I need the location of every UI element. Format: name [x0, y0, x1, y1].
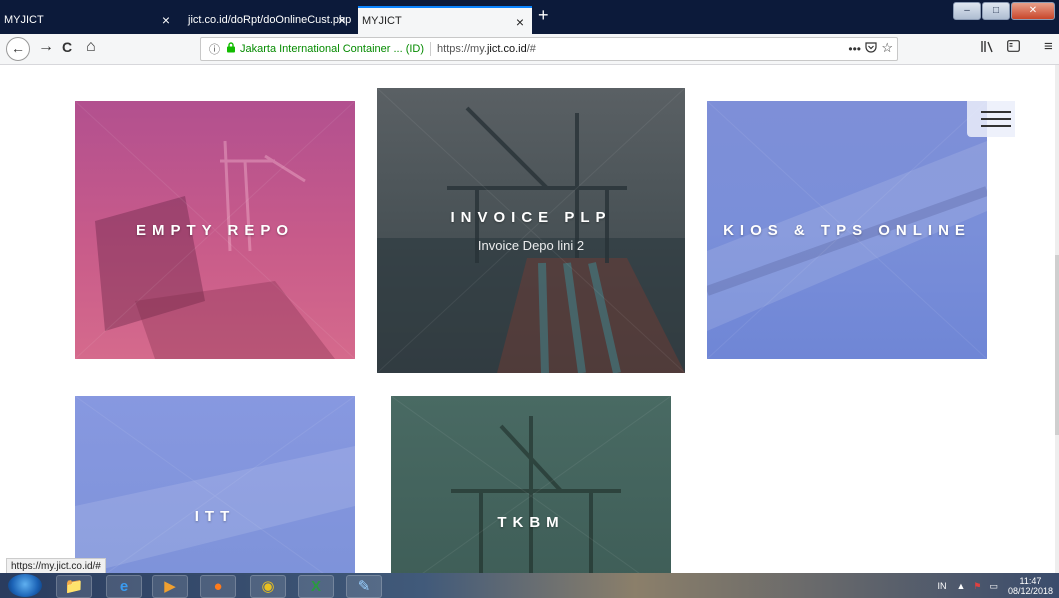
file-explorer-icon[interactable]: 📁	[56, 575, 92, 598]
clock-time: 11:47	[1019, 576, 1042, 586]
url-bar[interactable]: ⓘ Jakarta International Container ... (I…	[200, 37, 898, 61]
show-hidden-icons-icon[interactable]: ▲	[956, 581, 965, 591]
menu-line	[981, 111, 1011, 113]
tab-strip: MYJICT × jict.co.id/doRpt/doOnlineCust.p…	[0, 0, 1059, 34]
close-icon[interactable]: ×	[162, 12, 170, 28]
menu-line	[981, 118, 1011, 120]
card-empty-repo[interactable]: EMPTY REPO	[75, 101, 355, 359]
pocket-icon[interactable]	[865, 41, 877, 56]
hamburger-menu-icon[interactable]: ≡	[1044, 38, 1053, 55]
window-controls: – □ ✕	[952, 2, 1055, 20]
url-domain: jict.co.id	[486, 43, 527, 55]
taskbar-clock[interactable]: 11:47 08/12/2018	[1008, 576, 1053, 596]
tab-label: MYJICT	[4, 14, 44, 26]
sidebar-icon[interactable]	[1007, 40, 1020, 55]
tab-label: jict.co.id/doRpt/doOnlineCust.php	[188, 14, 352, 26]
url-suffix: /#	[526, 43, 536, 55]
forward-button[interactable]: →	[38, 38, 54, 56]
card-title: TKBM	[497, 513, 565, 531]
card-tkbm[interactable]: TKBM	[391, 396, 671, 573]
bookmark-star-icon[interactable]: ☆	[881, 40, 893, 56]
vertical-scrollbar[interactable]	[1055, 65, 1059, 573]
card-title: ITT	[194, 507, 236, 525]
info-icon[interactable]: ⓘ	[209, 41, 220, 57]
site-identity[interactable]: Jakarta International Container ... (ID)	[240, 43, 424, 55]
excel-icon[interactable]: X	[298, 575, 334, 598]
paint-icon[interactable]: ✎	[346, 575, 382, 598]
url-text[interactable]: https://my.jict.co.id/#	[437, 43, 536, 55]
back-button[interactable]: ←	[6, 37, 30, 61]
url-prefix: https://my.	[437, 43, 487, 55]
internet-explorer-icon[interactable]: e	[106, 575, 142, 598]
page-content: EMPTY REPO INVOICE PLP Invoice Depo lini…	[0, 65, 1059, 573]
chrome-icon[interactable]: ◉	[250, 575, 286, 598]
library-icon[interactable]	[980, 40, 994, 56]
network-icon[interactable]: ▭	[989, 581, 998, 592]
lock-icon	[226, 42, 236, 56]
new-tab-button[interactable]: +	[538, 5, 549, 26]
tab-label: MYJICT	[362, 15, 402, 27]
clock-date: 08/12/2018	[1007, 586, 1053, 596]
window-close-button[interactable]: ✕	[1011, 2, 1055, 20]
url-separator	[430, 42, 432, 56]
card-title: KIOS & TPS ONLINE	[723, 221, 971, 239]
card-title: INVOICE PLP	[450, 208, 612, 226]
system-tray: IN ▲ ⚑ ▭ 11:47 08/12/2018	[937, 576, 1053, 596]
card-invoice-plp[interactable]: INVOICE PLP Invoice Depo lini 2	[377, 88, 685, 373]
yard-aerial-illustration	[75, 396, 355, 573]
reload-button[interactable]: C	[62, 39, 72, 55]
card-title: EMPTY REPO	[135, 221, 295, 239]
close-icon[interactable]: ×	[516, 14, 524, 30]
action-center-flag-icon[interactable]: ⚑	[973, 581, 981, 592]
start-button[interactable]	[8, 574, 42, 597]
scrollbar-thumb[interactable]	[1055, 255, 1059, 435]
tab-myjict-1[interactable]: MYJICT ×	[0, 6, 178, 34]
page-actions-icon[interactable]: •••	[848, 42, 861, 56]
tab-myjict-active[interactable]: MYJICT ×	[358, 6, 532, 34]
card-subtitle: Invoice Depo lini 2	[477, 237, 585, 253]
minimize-button[interactable]: –	[953, 2, 981, 20]
card-kios-tps-online[interactable]: KIOS & TPS ONLINE	[707, 101, 987, 359]
language-indicator[interactable]: IN	[937, 581, 946, 591]
maximize-button[interactable]: □	[982, 2, 1010, 20]
firefox-icon[interactable]: ●	[200, 575, 236, 598]
menu-line	[981, 125, 1011, 127]
site-menu-button[interactable]	[967, 101, 1015, 137]
card-itt[interactable]: ITT	[75, 396, 355, 573]
tab-doonlinecust[interactable]: jict.co.id/doRpt/doOnlineCust.php ×	[184, 6, 354, 34]
crane-illustration	[391, 396, 671, 573]
close-icon[interactable]: ×	[338, 12, 346, 28]
navigation-bar: ← → C ⌂ ⓘ Jakarta International Containe…	[0, 34, 1059, 65]
windows-taskbar: 📁 e ▶ ● ◉ X ✎ IN ▲ ⚑ ▭ 11:47 08/12/2018	[0, 573, 1059, 598]
media-player-icon[interactable]: ▶	[152, 575, 188, 598]
home-button[interactable]: ⌂	[86, 38, 96, 56]
